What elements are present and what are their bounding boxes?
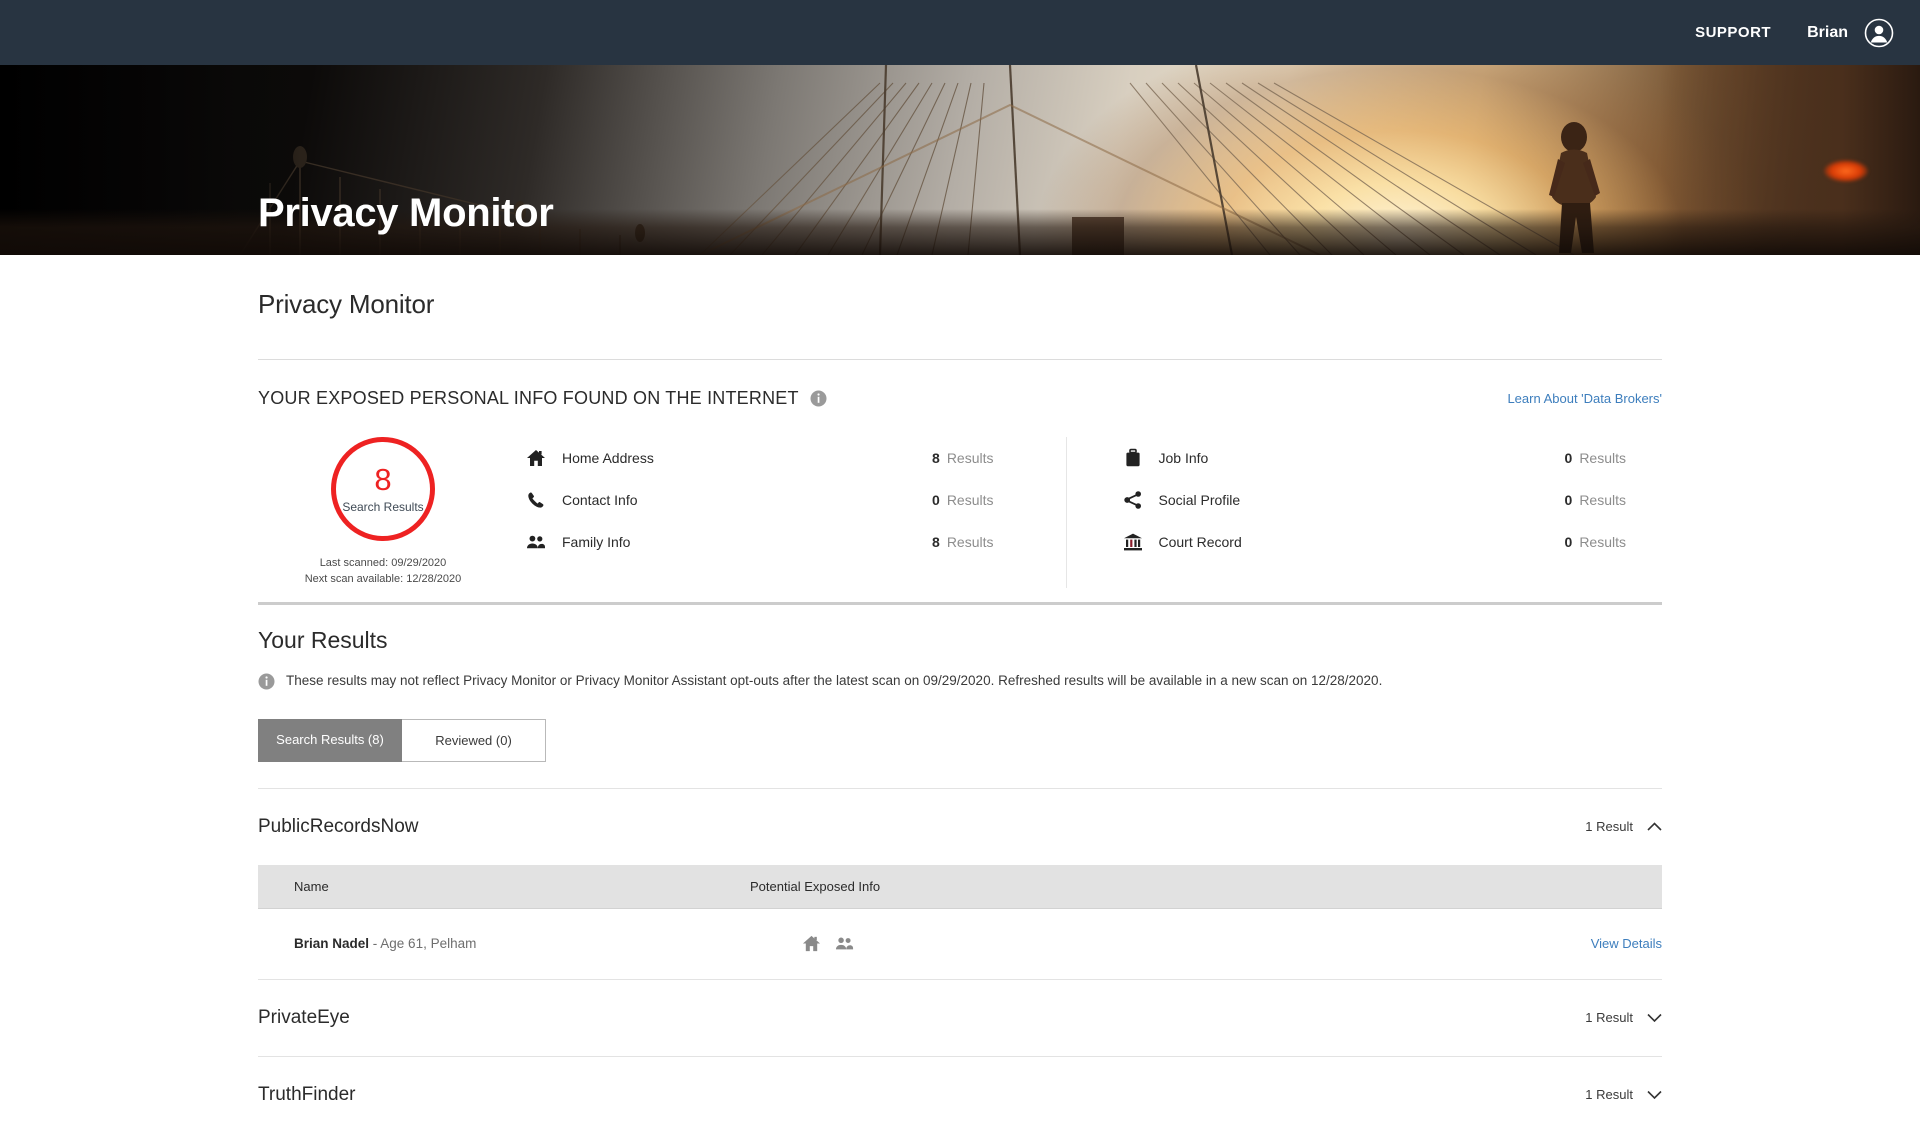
search-results-caption: Search Results [342,500,424,514]
view-details-link[interactable]: View Details [1591,936,1662,951]
hero-title: Privacy Monitor [258,191,554,235]
result-action-cell: View Details [1542,935,1662,953]
info-icon[interactable] [810,390,827,407]
category-label: Home Address [562,450,654,466]
category-row-contact-info[interactable]: Contact Info 0 Results [526,479,1066,521]
result-person-name: Brian Nadel [294,936,370,952]
search-results-badge: 8 Search Results [331,437,435,541]
category-column-left: Home Address 8 Results Contact Info 0 Re… [508,437,1066,588]
hero-banner: Privacy Monitor [0,65,1920,255]
category-count: 0 [932,492,940,508]
column-header-name: Name [294,878,329,894]
phone-icon [526,490,546,510]
family-icon [526,532,546,552]
info-icon [258,671,275,692]
summary-header: YOUR EXPOSED PERSONAL INFO FOUND ON THE … [258,360,1662,409]
category-row-job-info[interactable]: Job Info 0 Results [1123,437,1663,479]
broker-result-count: 1 Result [1585,1010,1633,1026]
category-count-unit: Results [1579,450,1626,466]
page-title: Privacy Monitor [258,289,435,319]
result-person-details: - Age 61, Pelham [369,936,477,952]
search-results-count: 8 [374,462,392,497]
category-label: Job Info [1158,450,1209,466]
category-count: 0 [1564,492,1573,508]
broker-name: PrivateEye [258,1006,350,1028]
broker-section-publicrecordsnow: PublicRecordsNow 1 Result Name Potential… [258,789,1662,980]
briefcase-icon [1123,448,1143,468]
category-row-home-address[interactable]: Home Address 8 Results [526,437,1066,479]
scan-notice-text: These results may not reflect Privacy Mo… [286,672,1383,688]
tab-reviewed[interactable]: Reviewed (0) [402,718,546,762]
category-count-unit: Results [946,492,994,508]
category-label: Social Profile [1158,492,1241,508]
chevron-down-icon[interactable] [1647,1013,1662,1023]
family-icon [835,934,854,953]
broker-name: PublicRecordsNow [258,815,419,837]
tab-search-results[interactable]: Search Results (8) [258,718,402,762]
result-name-cell: Brian Nadel - Age 61, Pelham [258,936,750,951]
category-row-court-record[interactable]: Court Record 0 Results [1123,521,1663,563]
category-label: Court Record [1158,534,1242,550]
category-count: 0 [1564,450,1573,466]
broker-header[interactable]: PrivateEye 1 Result [258,980,1662,1056]
category-count: 8 [932,450,940,466]
broker-section-privateeye: PrivateEye 1 Result [258,980,1662,1057]
share-icon [1123,490,1143,510]
column-header-exposed-info: Potential Exposed Info [750,878,881,894]
chevron-up-icon[interactable] [1647,822,1662,831]
broker-header[interactable]: PublicRecordsNow 1 Result [258,789,1662,865]
home-icon [802,934,821,953]
results-title: Your Results [258,626,388,653]
broker-result-count: 1 Result [1585,1087,1633,1103]
broker-header[interactable]: TruthFinder 1 Result [258,1057,1662,1133]
category-row-social-profile[interactable]: Social Profile 0 Results [1123,479,1663,521]
home-icon [526,448,546,468]
broker-name: TruthFinder [258,1083,356,1105]
chevron-down-icon[interactable] [1647,1090,1662,1100]
support-link[interactable]: SUPPORT [1695,24,1771,41]
category-label: Family Info [562,534,631,550]
learn-about-data-brokers-link[interactable]: Learn About 'Data Brokers' [1507,391,1662,406]
category-count-unit: Results [946,534,994,550]
category-column-right: Job Info 0 Results Social Profile 0 Resu… [1065,437,1663,588]
user-avatar-icon[interactable] [1864,18,1894,48]
main-content: Privacy Monitor YOUR EXPOSED PERSONAL IN… [0,255,1920,1133]
category-count-unit: Results [1579,492,1626,508]
last-scanned-text: Last scanned: 09/29/2020 [319,557,447,569]
category-row-family-info[interactable]: Family Info 8 Results [526,521,1066,563]
broker-result-count: 1 Result [1585,819,1633,835]
top-utility-bar: SUPPORT Brian [0,0,1920,65]
results-table: Name Potential Exposed Info Brian Nadel … [258,864,1662,979]
category-label: Contact Info [562,492,638,508]
next-scan-text: Next scan available: 12/28/2020 [304,572,462,585]
summary-body: 8 Search Results Last scanned: 09/29/202… [258,409,1662,588]
category-count-unit: Results [1579,534,1626,550]
summary-heading: YOUR EXPOSED PERSONAL INFO FOUND ON THE … [258,388,799,408]
category-count: 8 [932,534,940,550]
score-block: 8 Search Results Last scanned: 09/29/202… [258,437,508,588]
results-table-header: Name Potential Exposed Info [258,864,1662,909]
scan-notice: These results may not reflect Privacy Mo… [258,654,1662,692]
result-exposed-cell [750,934,1542,953]
results-tabs: Search Results (8) Reviewed (0) [258,692,1662,762]
table-row[interactable]: Brian Nadel - Age 61, Pelham View Detail… [258,909,1662,979]
courthouse-icon [1123,532,1143,552]
category-count-unit: Results [946,450,994,466]
broker-section-truthfinder: TruthFinder 1 Result [258,1057,1662,1133]
user-name[interactable]: Brian [1807,24,1848,42]
category-count: 0 [1564,534,1573,550]
